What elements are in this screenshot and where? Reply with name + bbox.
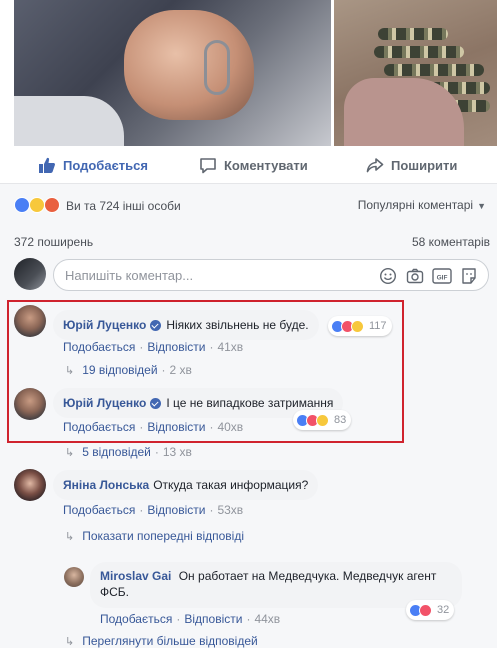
verified-badge-icon <box>150 319 162 331</box>
commenter-avatar[interactable] <box>14 388 46 420</box>
comment-meta: Подобається · Відповісти · 53хв <box>63 503 244 517</box>
comment-reply-link[interactable]: Відповісти <box>147 503 205 517</box>
comment-like-link[interactable]: Подобається <box>63 503 135 517</box>
like-button-label: Подобається <box>63 157 148 173</box>
comment-time[interactable]: 40хв <box>217 420 243 434</box>
reply-bubble: Miroslav Gai Он работает на Медведчука. … <box>90 562 462 608</box>
reply-arrow-icon: ↳ <box>65 364 75 377</box>
photo-handcuff <box>204 40 230 95</box>
photo-ammo-row <box>384 64 484 76</box>
photo-background <box>14 96 124 146</box>
photo-hand <box>124 10 254 120</box>
commenter-name[interactable]: Яніна Лонська <box>63 478 149 492</box>
replier-name[interactable]: Miroslav Gai <box>100 569 171 583</box>
post-photo-handcuffs[interactable] <box>14 0 331 146</box>
comments-count[interactable]: 58 коментарів <box>412 235 490 249</box>
comment-meta: Подобається · Відповісти · 40хв <box>63 420 244 434</box>
comment-sort-label: Популярні коментарі <box>357 198 474 212</box>
emoji-icon[interactable] <box>379 267 397 285</box>
comment-reply-link[interactable]: Відповісти <box>147 340 205 354</box>
sticker-icon[interactable] <box>460 267 478 285</box>
photo-ammo-row <box>378 28 448 40</box>
comment-text: І це не випадкове затримання <box>166 396 334 410</box>
commenter-avatar[interactable] <box>14 469 46 501</box>
post-action-bar: Подобається Коментувати Поширити <box>0 146 497 184</box>
thumbs-up-icon <box>39 157 55 173</box>
view-more-replies-link[interactable]: ↳ Переглянути більше відповідей <box>65 634 258 648</box>
comment-meta: Подобається · Відповісти · 41хв <box>63 340 244 354</box>
share-arrow-icon <box>366 158 384 173</box>
show-previous-replies-label[interactable]: Показати попередні відповіді <box>82 529 244 543</box>
comment-bubble: Юрій Луценко Ніяких звільнень не буде. <box>53 310 319 340</box>
reply-arrow-icon: ↳ <box>65 446 75 459</box>
comment-input[interactable]: Напишіть коментар... GIF <box>53 259 489 291</box>
reply-reply-link[interactable]: Відповісти <box>184 612 242 626</box>
view-more-replies-label[interactable]: Переглянути більше відповідей <box>82 634 257 648</box>
view-replies-link[interactable]: ↳ 5 відповідей · 13 хв <box>65 445 192 459</box>
post-stats: 372 поширень 58 коментарів <box>0 230 497 252</box>
replier-avatar[interactable] <box>64 567 84 587</box>
reply-meta: Подобається · Відповісти · 44хв <box>100 612 281 626</box>
reaction-count: 117 <box>369 320 387 332</box>
reaction-count: 32 <box>437 604 450 616</box>
like-button[interactable]: Подобається <box>38 155 148 175</box>
share-button[interactable]: Поширити <box>366 155 457 175</box>
reaction-count: 83 <box>334 414 347 426</box>
wow-reaction-icon <box>316 413 329 427</box>
wow-reaction-icon[interactable] <box>29 197 45 213</box>
comment-input-placeholder: Напишіть коментар... <box>65 268 194 283</box>
replies-time: 13 хв <box>162 445 192 459</box>
comment-text: Ніяких звільнень не буде. <box>166 318 309 332</box>
comment-like-link[interactable]: Подобається <box>63 340 135 354</box>
comment-button-label: Коментувати <box>224 157 308 173</box>
reply-reactions[interactable]: 32 <box>406 600 455 620</box>
gif-icon[interactable]: GIF <box>432 267 452 285</box>
verified-badge-icon <box>150 397 162 409</box>
share-button-label: Поширити <box>391 157 458 173</box>
reactors-text[interactable]: Ви та 724 інші особи <box>66 199 181 213</box>
comment-reactions[interactable]: 83 <box>293 410 352 430</box>
reply-time[interactable]: 44хв <box>254 612 280 626</box>
reply-content: Miroslav Gai Он работает на Медведчука. … <box>100 568 452 600</box>
caret-down-icon: ▼ <box>477 201 486 211</box>
current-user-avatar <box>14 258 46 290</box>
comment-bubble: Яніна Лонська Откуда такая информация? <box>53 470 319 500</box>
replies-count[interactable]: 19 відповідей <box>82 363 157 377</box>
camera-icon[interactable] <box>406 267 424 285</box>
photo-ammo-row <box>374 46 464 58</box>
post-photos <box>0 0 497 146</box>
comment-reply-link[interactable]: Відповісти <box>147 420 205 434</box>
comment-time[interactable]: 41хв <box>217 340 243 354</box>
like-reaction-icon[interactable] <box>14 197 30 213</box>
angry-reaction-icon[interactable] <box>44 197 60 213</box>
shares-count[interactable]: 372 поширень <box>14 235 93 249</box>
love-reaction-icon <box>419 603 432 617</box>
comment-text: Откуда такая информация? <box>153 478 309 492</box>
reply-arrow-icon: ↳ <box>65 530 75 543</box>
svg-text:GIF: GIF <box>437 275 448 282</box>
commenter-name[interactable]: Юрій Луценко <box>63 396 146 410</box>
reactions-summary: Ви та 724 інші особи Популярні коментарі… <box>0 190 497 220</box>
reply-arrow-icon: ↳ <box>65 635 75 648</box>
replies-time: 2 хв <box>169 363 192 377</box>
commenter-name[interactable]: Юрій Луценко <box>63 318 146 332</box>
comment-button[interactable]: Коментувати <box>199 155 308 175</box>
reply-like-link[interactable]: Подобається <box>100 612 172 626</box>
comment-sort-dropdown[interactable]: Популярні коментарі ▼ <box>358 198 486 212</box>
view-replies-link[interactable]: ↳ 19 відповідей · 2 хв <box>65 363 192 377</box>
speech-bubble-icon <box>200 158 216 174</box>
comment-time[interactable]: 53хв <box>217 503 243 517</box>
post-photo-ammunition[interactable] <box>334 0 497 146</box>
wow-reaction-icon <box>351 319 364 333</box>
comment-reactions[interactable]: 117 <box>328 316 392 336</box>
commenter-avatar[interactable] <box>14 305 46 337</box>
replies-count[interactable]: 5 відповідей <box>82 445 151 459</box>
comment-like-link[interactable]: Подобається <box>63 420 135 434</box>
show-previous-replies-link[interactable]: ↳ Показати попередні відповіді <box>65 529 244 543</box>
